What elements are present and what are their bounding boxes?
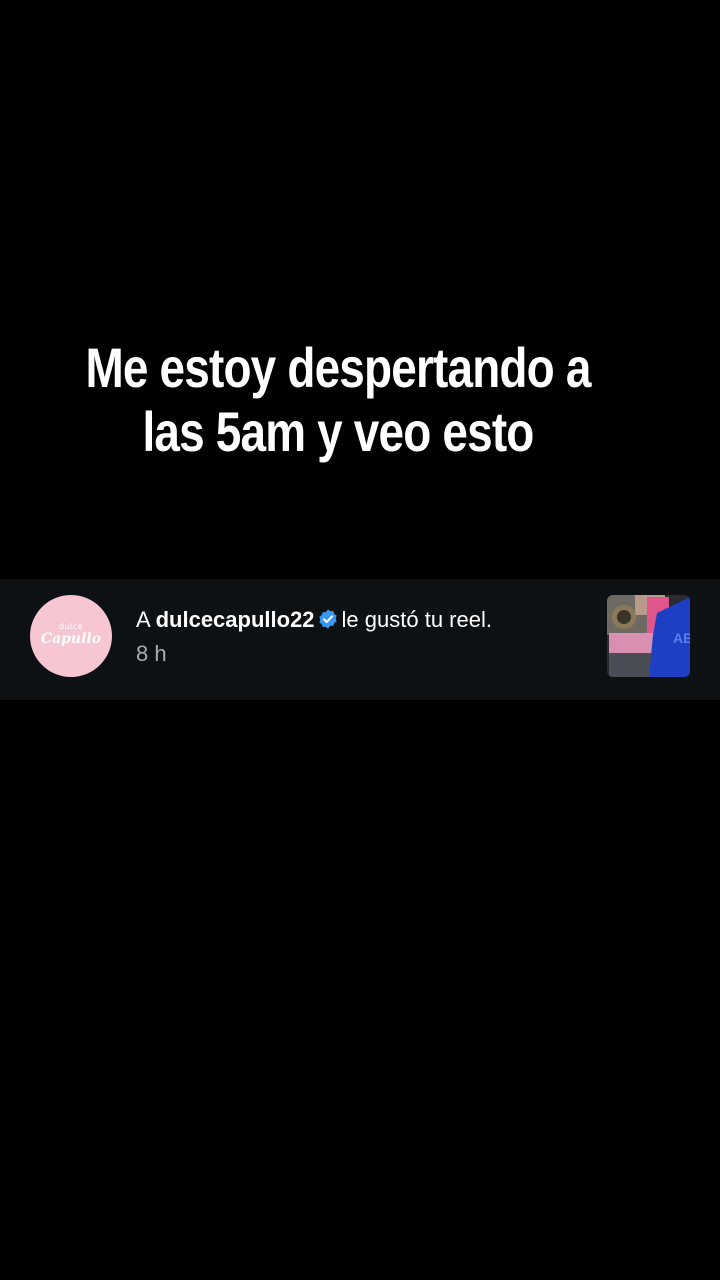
avatar[interactable]: dulce Capullo [30,595,112,677]
notification-time: 8 h [136,641,167,666]
notification-username[interactable]: dulcecapullo22 [156,607,315,632]
svg-text:AB: AB [673,630,690,646]
notification-prefix: A [136,607,150,632]
notification-message: A dulcecapullo22 le gustó tu reel. [136,605,492,635]
avatar-logo-brand: Capullo [40,631,102,647]
avatar-logo-small: dulce [58,622,84,631]
reel-thumbnail[interactable]: AB [607,595,690,677]
video-caption: Me estoy despertando a las 5am y veo est… [61,336,615,464]
caption-line-1: Me estoy despertando a [85,336,591,399]
reel-thumbnail-image: AB [607,595,690,677]
verified-badge-icon [318,609,337,629]
notification-action: le gustó tu reel. [341,607,492,632]
like-notification[interactable]: dulce Capullo A dulcecapullo22 le gustó … [0,579,720,700]
caption-line-2: las 5am y veo esto [142,400,534,463]
